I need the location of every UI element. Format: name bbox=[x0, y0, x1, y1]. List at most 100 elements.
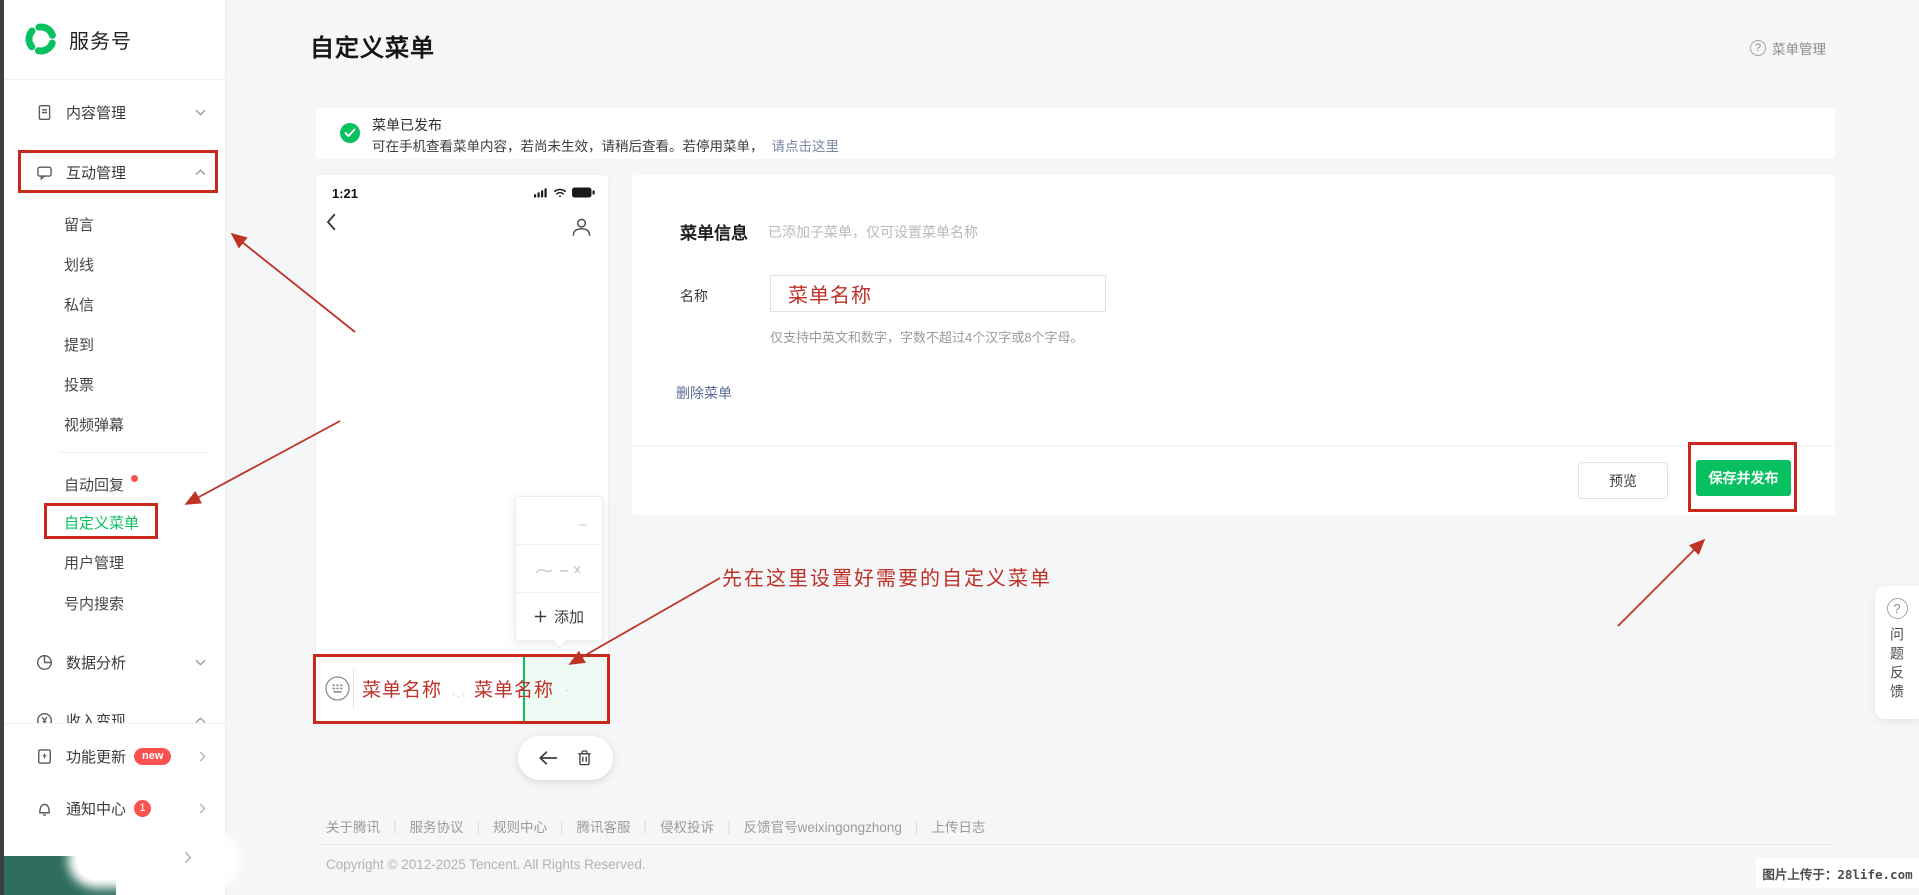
sidebar-item-label: 通知中心 bbox=[66, 800, 127, 818]
banner-description-text: 可在手机查看菜单内容，若尚未生效，请稍后查看。若停用菜单， bbox=[372, 139, 764, 154]
publish-status-banner: 菜单已发布 可在手机查看菜单内容，若尚未生效，请稍后查看。若停用菜单， 请点击这里 bbox=[316, 108, 1835, 159]
window-edge bbox=[0, 0, 4, 895]
submenu-popup: 添加 bbox=[515, 496, 603, 649]
footer-link[interactable]: 服务协议 bbox=[410, 816, 464, 836]
sidebar-item-shipindanmu[interactable]: 视频弹幕 bbox=[4, 406, 226, 446]
new-badge: new bbox=[134, 747, 172, 765]
back-chevron-icon[interactable] bbox=[326, 213, 336, 231]
sidebar-item-tidao[interactable]: 提到 bbox=[4, 326, 226, 366]
book-icon bbox=[36, 748, 53, 765]
footer-separator: | bbox=[560, 818, 564, 834]
section-hint: 已添加子菜单，仅可设置菜单名称 bbox=[768, 224, 978, 240]
footer-separator: | bbox=[727, 818, 731, 834]
signal-icon bbox=[534, 187, 548, 198]
wifi-icon bbox=[553, 188, 567, 198]
name-field-helper: 仅支持中英文和数字，字数不超过4个汉字或8个字母。 bbox=[770, 330, 1084, 345]
back-arrow-icon[interactable] bbox=[538, 750, 558, 766]
keyboard-icon[interactable] bbox=[324, 675, 351, 702]
sidebar-item-notification-center[interactable]: 通知中心 1 bbox=[4, 788, 226, 828]
add-button-label: 添加 bbox=[553, 609, 584, 626]
person-icon[interactable] bbox=[571, 217, 592, 237]
menu-info-panel: 菜单信息 已添加子菜单，仅可设置菜单名称 名称 菜单名称 仅支持中英文和数字，字… bbox=[632, 175, 1835, 515]
save-publish-button[interactable]: 保存并发布 bbox=[1696, 460, 1791, 496]
sidebar-item-data-analysis[interactable]: 数据分析 bbox=[4, 642, 226, 682]
feedback-widget[interactable]: ? 问题反馈 bbox=[1875, 586, 1919, 719]
footer-link[interactable]: 腾讯客服 bbox=[577, 816, 631, 836]
submenu-item-censored[interactable] bbox=[516, 497, 602, 545]
sidebar-item-label: 数据分析 bbox=[66, 654, 127, 672]
watermark-text: 图片上传于：28life.com bbox=[1756, 858, 1919, 888]
footer-separator: | bbox=[643, 818, 648, 834]
submenu-item-censored[interactable] bbox=[516, 545, 602, 593]
footer-links: 关于腾讯 | 服务协议 | 规则中心 | 腾讯客服 | 侵权投诉 | 反馈官号weixin… bbox=[326, 816, 985, 836]
menu-item-right[interactable]: 菜单名称 bbox=[474, 675, 554, 702]
sidebar-item-label: 自动回复 bbox=[64, 477, 125, 494]
menu-divider bbox=[353, 669, 354, 709]
sidebar-item-label: 内容管理 bbox=[66, 104, 127, 122]
censored-account-name bbox=[76, 840, 232, 880]
brand-logo-icon bbox=[24, 22, 58, 56]
chevron-right-icon bbox=[199, 751, 206, 762]
footer-link[interactable]: 关于腾讯 bbox=[326, 816, 380, 836]
coin-icon bbox=[36, 712, 53, 723]
divider bbox=[60, 452, 210, 453]
phone-status-icons bbox=[534, 187, 595, 198]
sidebar-item-label: 功能更新 bbox=[66, 748, 127, 766]
sidebar-item-interact-mgmt[interactable]: 互动管理 bbox=[4, 152, 226, 192]
footer-separator: | bbox=[393, 818, 397, 834]
document-icon bbox=[36, 104, 53, 121]
plus-icon bbox=[534, 610, 547, 623]
question-icon: ? bbox=[1750, 40, 1766, 56]
menu-edit-toolbar bbox=[518, 736, 613, 780]
sidebar-item-toupiao[interactable]: 投票 bbox=[4, 366, 226, 406]
censored-mark: · bbox=[566, 685, 572, 696]
censored-scribble bbox=[535, 565, 581, 573]
sidebar-item-auto-reply[interactable]: 自动回复 bbox=[4, 466, 226, 506]
divider bbox=[4, 79, 226, 80]
brand-name: 服务号 bbox=[69, 30, 132, 53]
disable-menu-link[interactable]: 请点击这里 bbox=[772, 139, 840, 154]
phone-menu-bar-annotated: 菜单名称 ·.· 菜单名称 · bbox=[313, 654, 610, 724]
sidebar: 服务号 内容管理 互动管理 留言 划线 私信 提到 投票 视频弹幕 自动回复 自… bbox=[4, 0, 226, 895]
bell-icon bbox=[36, 800, 53, 817]
footer-link[interactable]: 上传日志 bbox=[931, 816, 985, 836]
banner-description: 可在手机查看菜单内容，若尚未生效，请稍后查看。若停用菜单， 请点击这里 bbox=[372, 135, 839, 155]
pie-chart-icon bbox=[36, 654, 53, 671]
delete-menu-link[interactable]: 删除菜单 bbox=[676, 383, 732, 403]
banner-title: 菜单已发布 bbox=[372, 117, 442, 133]
sidebar-item-account-search[interactable]: 号内搜索 bbox=[4, 585, 226, 625]
count-badge: 1 bbox=[134, 799, 152, 817]
sidebar-item-feature-update[interactable]: 功能更新 new bbox=[4, 736, 226, 776]
footer-link[interactable]: 反馈官号weixingongzhong bbox=[744, 816, 902, 836]
footer-link[interactable]: 侵权投诉 bbox=[660, 816, 714, 836]
trash-icon[interactable] bbox=[576, 749, 593, 767]
sidebar-item-custom-menu[interactable]: 自定义菜单 bbox=[4, 504, 226, 544]
notification-dot bbox=[131, 475, 139, 482]
menu-name-input[interactable]: 菜单名称 bbox=[770, 275, 1106, 312]
chevron-down-icon bbox=[195, 659, 206, 666]
battery-icon bbox=[572, 187, 595, 198]
sidebar-item-content-mgmt[interactable]: 内容管理 bbox=[4, 92, 226, 132]
success-check-icon bbox=[340, 123, 360, 143]
menu-item-left[interactable]: 菜单名称 bbox=[362, 675, 442, 702]
help-link-label: 菜单管理 bbox=[1772, 42, 1826, 57]
sidebar-item-income-clipped[interactable]: 收入变现 bbox=[4, 700, 226, 723]
divider bbox=[632, 445, 1835, 446]
footer-link[interactable]: 规则中心 bbox=[493, 816, 547, 836]
chevron-down-icon bbox=[195, 109, 206, 116]
divider bbox=[316, 844, 1835, 845]
brand-logo: 服务号 bbox=[24, 22, 132, 56]
chat-icon bbox=[36, 164, 53, 181]
sidebar-item-huaxian[interactable]: 划线 bbox=[4, 246, 226, 286]
sidebar-item-liuyan[interactable]: 留言 bbox=[4, 206, 226, 246]
chevron-right-icon[interactable] bbox=[184, 851, 192, 864]
preview-button[interactable]: 预览 bbox=[1578, 462, 1668, 499]
sidebar-item-user-mgmt[interactable]: 用户管理 bbox=[4, 544, 226, 584]
footer-separator: | bbox=[476, 818, 481, 834]
menu-management-help-link[interactable]: ? 菜单管理 bbox=[1750, 38, 1826, 58]
sidebar-item-sixin[interactable]: 私信 bbox=[4, 286, 226, 326]
sidebar-item-label: 收入变现 bbox=[66, 712, 127, 724]
question-icon: ? bbox=[1886, 598, 1908, 619]
divider bbox=[4, 723, 226, 724]
name-field-label: 名称 bbox=[680, 288, 708, 304]
